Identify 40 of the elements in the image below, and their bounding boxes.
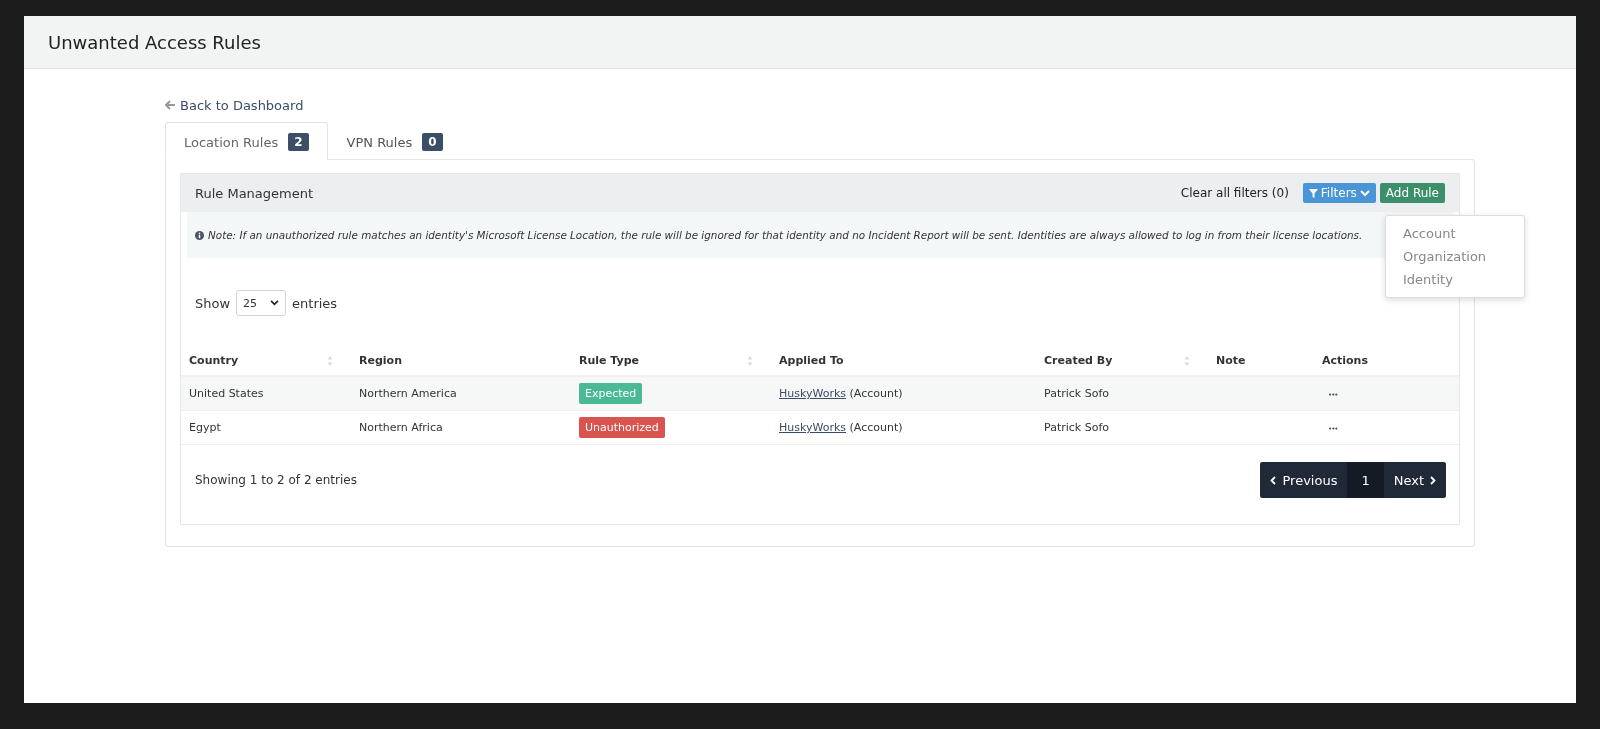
menu-item[interactable]: Organization (1386, 245, 1524, 268)
chevron-down-icon (1359, 189, 1370, 197)
tab[interactable]: Location Rules 2 (165, 122, 328, 160)
sort-icon (327, 354, 333, 367)
count-badge: 2 (288, 133, 309, 151)
arrow-left-icon (165, 100, 176, 110)
show-label: Show (195, 295, 231, 311)
entries-label: entries (292, 295, 338, 311)
menu-item[interactable]: Identity (1386, 268, 1524, 291)
table-cell: Northern America (359, 387, 457, 400)
table-cell: (Account) (849, 421, 903, 434)
table-cell: Patrick Sofo (1044, 421, 1109, 434)
menu-item[interactable]: Account (1386, 222, 1524, 245)
sort-icon (1184, 354, 1190, 367)
count-badge: 0 (422, 133, 443, 151)
table-cell: Egypt (189, 421, 221, 434)
account-link[interactable]: HuskyWorks (779, 387, 847, 400)
rule-type-badge: Expected (579, 383, 643, 404)
note-text: Note: If an unauthorized rule matches an identity's Microsoft License Location, the rule will be ignored for that identity and no Incident Report will be sent. Identities are always allowed to log in from their license locations. (208, 229, 1363, 241)
back-link[interactable]: Back to Dashboard (165, 97, 304, 113)
page-button[interactable]: 1 (1347, 462, 1384, 498)
sort-icon (747, 354, 753, 367)
chevron-down-icon (270, 300, 280, 306)
entries-select[interactable]: 25 (236, 290, 287, 316)
panel-title: Rule Management (195, 185, 314, 201)
funnel-icon (1308, 188, 1318, 198)
table-cell: Northern Africa (359, 421, 443, 434)
table-cell: (Account) (849, 387, 903, 400)
add-rule-button[interactable]: Add Rule (1379, 183, 1445, 203)
rule-type-badge: Unauthorized (579, 417, 665, 438)
chevron-right-icon (1430, 475, 1436, 485)
account-link[interactable]: HuskyWorks (779, 421, 847, 434)
table-cell: Patrick Sofo (1044, 387, 1109, 400)
tab[interactable]: VPN Rules 0 (327, 124, 462, 160)
clear-filters-link[interactable]: Clear all filters (0) (1180, 186, 1289, 200)
entries-info: Showing 1 to 2 of 2 entries (195, 473, 357, 487)
info-icon (195, 230, 204, 240)
page-title: Unwanted Access Rules (48, 31, 261, 53)
table-cell: United States (189, 387, 264, 400)
chevron-left-icon (1270, 475, 1277, 485)
